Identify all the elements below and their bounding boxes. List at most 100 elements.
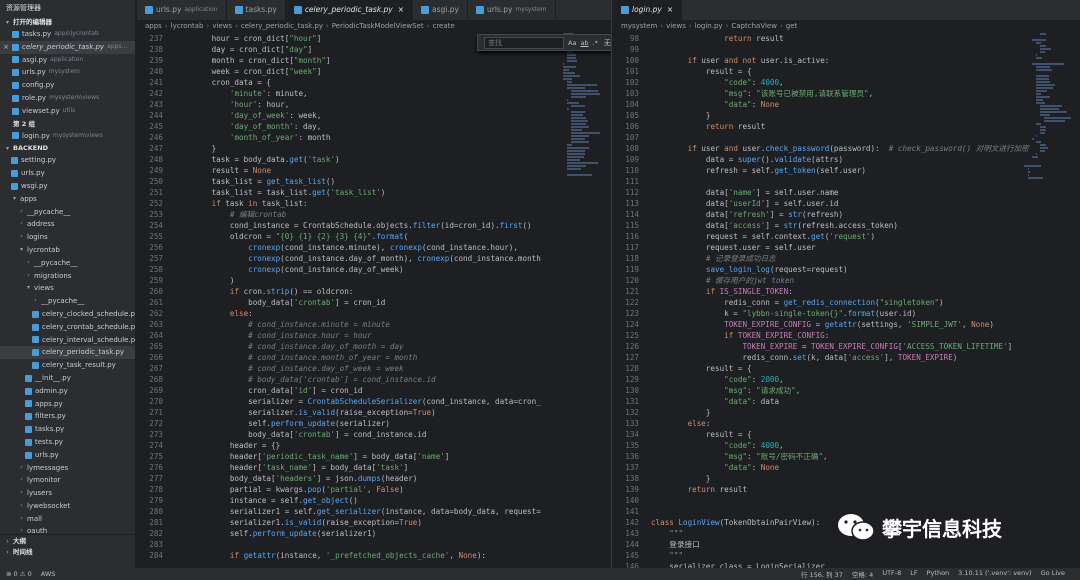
- code-text: body_data['headers'] = json.dumps(header…: [175, 474, 418, 483]
- chevron-right-icon: ›: [20, 233, 23, 241]
- tree-file[interactable]: setting.py: [0, 154, 135, 167]
- tree-file[interactable]: urls.py: [0, 449, 135, 462]
- open-editor-item[interactable]: urls.py mysystem: [0, 66, 135, 79]
- status-item[interactable]: AWS: [41, 570, 56, 578]
- tree-file[interactable]: admin.py: [0, 385, 135, 398]
- minimap-line: [567, 60, 577, 62]
- tree-file[interactable]: celery_interval_schedule.py: [0, 334, 135, 347]
- left-minimap[interactable]: [555, 33, 603, 568]
- minimap-line: [1040, 147, 1049, 149]
- status-item[interactable]: Python: [927, 569, 950, 579]
- editor-tab[interactable]: urls.py application: [137, 0, 227, 20]
- status-item[interactable]: Go Live: [1041, 569, 1065, 579]
- breadcrumb-item[interactable]: views: [666, 22, 686, 30]
- chevron-right-icon: ›: [20, 527, 23, 535]
- editor-tab[interactable]: urls.py mysystem: [468, 0, 556, 20]
- open-editor-item[interactable]: tasks.py apps\lycrontab: [0, 28, 135, 41]
- tree-file[interactable]: celery_periodic_task.py: [0, 346, 135, 360]
- tree-folder[interactable]: › mall: [0, 513, 135, 526]
- tree-folder[interactable]: › __pycache__: [0, 206, 135, 219]
- status-item[interactable]: 空格: 4: [852, 569, 873, 579]
- status-item[interactable]: 3.10.11 ('.venv': venv): [958, 569, 1031, 579]
- right-minimap[interactable]: [1024, 33, 1072, 568]
- tree-folder[interactable]: › __pycache__: [0, 295, 135, 308]
- open-editor-item[interactable]: × celery_periodic_task.py apps...: [0, 40, 135, 54]
- breadcrumb-item[interactable]: lycrontab: [171, 22, 204, 30]
- breadcrumb-item[interactable]: get: [786, 22, 798, 30]
- tree-folder[interactable]: ▾ apps: [0, 193, 135, 206]
- code-line: 101 result = {: [613, 66, 1080, 77]
- minimap-line: [1036, 90, 1047, 92]
- tree-folder[interactable]: › lyusers: [0, 487, 135, 500]
- breadcrumb-item[interactable]: apps: [145, 22, 162, 30]
- tree-file[interactable]: celery_clocked_schedule.py: [0, 308, 135, 321]
- breadcrumb-item[interactable]: celery_periodic_task.py: [241, 22, 323, 30]
- open-editor-item[interactable]: asgi.py application: [0, 54, 135, 67]
- tree-file[interactable]: urls.py: [0, 167, 135, 180]
- open-editor-item[interactable]: role.py mysystem\views: [0, 92, 135, 105]
- open-editor-item[interactable]: login.py mysystem\views: [0, 130, 135, 143]
- tree-folder[interactable]: › lymonitor: [0, 474, 135, 487]
- breadcrumb-item[interactable]: mysystem: [621, 22, 657, 30]
- minimap-line: [567, 168, 582, 170]
- tree-folder[interactable]: › lymessages: [0, 462, 135, 475]
- right-code-editor[interactable]: 98 return result 99 100 if user and not us…: [613, 33, 1080, 568]
- tree-file[interactable]: celery_task_result.py: [0, 359, 135, 372]
- match-case-toggle[interactable]: Aa: [568, 39, 576, 47]
- outline-header[interactable]: › 大纲: [0, 534, 135, 546]
- tree-folder[interactable]: › __pycache__: [0, 257, 135, 270]
- line-number: 257: [149, 254, 163, 263]
- tree-file[interactable]: tests.py: [0, 436, 135, 449]
- left-code-editor[interactable]: 237 hour = cron_dict["hour"] 238 day = cr…: [137, 33, 611, 568]
- tree-file[interactable]: celery_crontab_schedule.py: [0, 321, 135, 334]
- tree-folder[interactable]: › address: [0, 218, 135, 231]
- status-item[interactable]: UTF-8: [882, 569, 901, 579]
- status-item[interactable]: LF: [910, 569, 917, 579]
- tree-folder[interactable]: › lywebsocket: [0, 500, 135, 513]
- status-item[interactable]: 行 156, 列 37: [801, 569, 843, 579]
- tree-item-label: celery_task_result.py: [42, 361, 116, 370]
- tree-folder[interactable]: › oauth: [0, 525, 135, 534]
- editor-tab[interactable]: tasks.py: [227, 0, 286, 20]
- open-editors-header[interactable]: ▾ 打开的编辑器: [0, 16, 135, 28]
- whole-word-toggle[interactable]: ab: [580, 39, 588, 47]
- tree-folder[interactable]: › migrations: [0, 270, 135, 283]
- code-text: cron_data = {: [175, 78, 272, 87]
- code-line: 119 save_login_log(request=request): [613, 264, 1080, 275]
- tree-file[interactable]: tasks.py: [0, 423, 135, 436]
- close-icon[interactable]: ×: [667, 0, 673, 20]
- tree-folder[interactable]: ▾ lycrontab: [0, 244, 135, 257]
- editor-tab[interactable]: login.py ×: [613, 0, 683, 20]
- python-file-icon: [234, 6, 243, 14]
- group-2-header[interactable]: 第 2 组: [0, 118, 135, 130]
- python-file-icon: [475, 6, 484, 14]
- find-input[interactable]: [484, 36, 564, 49]
- code-line: 276 header['task_name'] = body_data['tas…: [137, 462, 611, 473]
- breadcrumb-item[interactable]: create: [432, 22, 454, 30]
- backend-folder-header[interactable]: ▾ BACKEND: [0, 142, 135, 154]
- breadcrumb-item[interactable]: PeriodicTaskModelViewSet: [332, 22, 424, 30]
- line-number: 243: [149, 100, 163, 109]
- tree-item-label: wsgi.py: [21, 181, 48, 190]
- breadcrumb-item[interactable]: views: [212, 22, 232, 30]
- tree-item-label: __init__.py: [35, 373, 71, 382]
- editor-tab[interactable]: asgi.py: [413, 0, 468, 20]
- breadcrumb-item[interactable]: login.py: [695, 22, 723, 30]
- status-item[interactable]: ⊗ 0 ⚠ 0: [6, 570, 32, 578]
- tree-folder[interactable]: › logins: [0, 231, 135, 244]
- tree-file[interactable]: apps.py: [0, 398, 135, 411]
- regex-toggle[interactable]: .*: [593, 39, 598, 47]
- line-number: 278: [149, 485, 163, 494]
- open-editor-item[interactable]: viewset.py utils: [0, 105, 135, 118]
- tree-folder[interactable]: ▾ views: [0, 282, 135, 295]
- open-editor-item[interactable]: config.py: [0, 79, 135, 92]
- breadcrumb-item[interactable]: CaptchaView: [731, 22, 777, 30]
- editor-tab[interactable]: celery_periodic_task.py ×: [285, 0, 414, 20]
- timeline-header[interactable]: › 时间线: [0, 546, 135, 558]
- tree-file[interactable]: filters.py: [0, 410, 135, 423]
- tree-file[interactable]: wsgi.py: [0, 180, 135, 193]
- close-icon[interactable]: ×: [2, 41, 10, 54]
- tree-file[interactable]: __init__.py: [0, 372, 135, 385]
- python-file-icon: [32, 362, 39, 370]
- close-icon[interactable]: ×: [398, 0, 404, 20]
